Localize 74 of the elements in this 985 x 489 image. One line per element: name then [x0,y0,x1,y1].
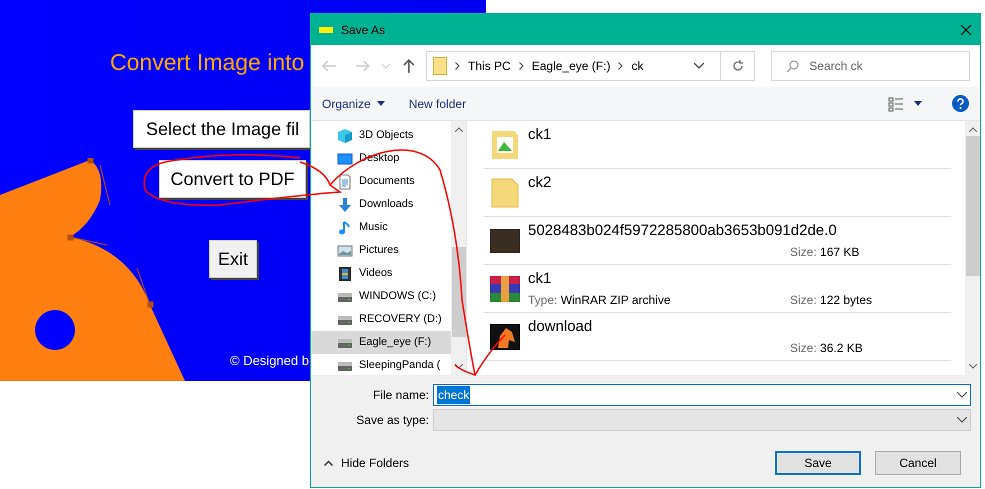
file-name[interactable]: 5028483b024f5972285800ab3653b091d2de.0 [528,220,951,240]
nav-item[interactable]: Pictures [311,239,451,262]
scrollbar[interactable] [965,121,980,375]
view-options-icon[interactable] [888,96,904,112]
file-detail: Type: WinRAR ZIP archive [528,292,672,308]
chevron-up-icon [324,460,333,466]
copyright-text: © Designed b [230,352,309,370]
cancel-button[interactable]: Cancel [875,451,961,475]
nav-item[interactable]: Downloads [311,193,451,216]
caret-icon [376,101,385,106]
file-name[interactable]: ck1 [528,124,951,144]
help-icon[interactable] [952,95,969,112]
archive-icon [490,274,520,304]
scrollbar-thumb[interactable] [452,247,466,337]
nav-item[interactable]: WINDOWS (C:) [311,285,451,308]
hide-folders-button[interactable]: Hide Folders [324,454,410,472]
nav-item[interactable]: Music [311,216,451,239]
caret-icon[interactable] [914,101,922,106]
nav-item[interactable]: RECOVERY (D:) [311,308,451,331]
desktop-icon [337,150,353,166]
organize-menu[interactable]: Organize [322,94,385,112]
chevron-right-icon [518,62,524,70]
app-icon [319,26,333,32]
search-field[interactable]: Search ck [771,51,970,81]
breadcrumb-item[interactable]: ck [631,57,644,75]
file-detail: Size: 122 bytes [790,292,872,308]
search-input: Search ck [809,57,960,75]
refresh-icon [732,60,744,72]
chevron-down-icon [957,417,967,423]
save-button[interactable]: Save [775,451,861,475]
chevron-right-icon [455,62,460,70]
nav-item[interactable]: Eagle_eye (F:) [311,331,451,354]
nav-item[interactable]: Documents [311,170,451,193]
pictures-icon [337,242,353,258]
horse-icon [490,322,520,352]
folder-icon [490,178,520,208]
scrollbar-thumb[interactable] [966,136,980,276]
chevron-down-icon[interactable] [957,392,967,398]
address-bar[interactable]: This PC Eagle_eye (F:) ck [426,51,756,81]
window-title: Save As [341,22,386,38]
search-icon [786,60,800,72]
chevron-down-icon[interactable] [694,63,704,69]
scrollbar[interactable] [451,121,466,375]
scroll-down-icon[interactable] [968,364,976,369]
nav-item[interactable]: Videos [311,262,451,285]
file-detail: Size: 167 KB [790,244,860,260]
cube-icon [337,128,353,144]
breadcrumb-item[interactable]: Eagle_eye (F:) [532,57,610,75]
videos-icon [337,266,353,282]
app-title: Convert Image into [110,48,304,77]
exit-button[interactable]: Exit [209,240,257,278]
file-detail: Size: 36.2 KB [790,340,863,356]
convert-button[interactable]: Convert to PDF [159,160,306,198]
file-name[interactable]: ck2 [528,172,951,192]
documents-icon [337,174,353,190]
nav-item[interactable]: SleepingPanda ( [311,354,451,377]
chevron-right-icon [618,62,624,70]
scroll-up-icon[interactable] [968,127,976,132]
new-folder-button[interactable]: New folder [408,94,466,112]
nav-item[interactable]: 3D Objects [311,124,451,147]
close-icon[interactable] [960,24,972,36]
scroll-up-icon[interactable] [454,127,462,132]
folder-icon [433,57,448,75]
file-name-field[interactable]: check [433,384,971,406]
field-label: File name: [372,387,430,404]
scroll-down-icon[interactable] [454,364,462,369]
field-label: Save as type: [355,412,430,429]
breadcrumb-item[interactable]: This PC [468,57,511,75]
folder-icon [490,130,520,160]
file-name[interactable]: download [528,316,951,336]
file-name[interactable]: ck1 [528,268,951,288]
up-arrow-icon[interactable] [402,58,416,74]
select-image-button[interactable]: Select the Image fil [133,110,310,148]
downloads-icon [337,196,353,212]
